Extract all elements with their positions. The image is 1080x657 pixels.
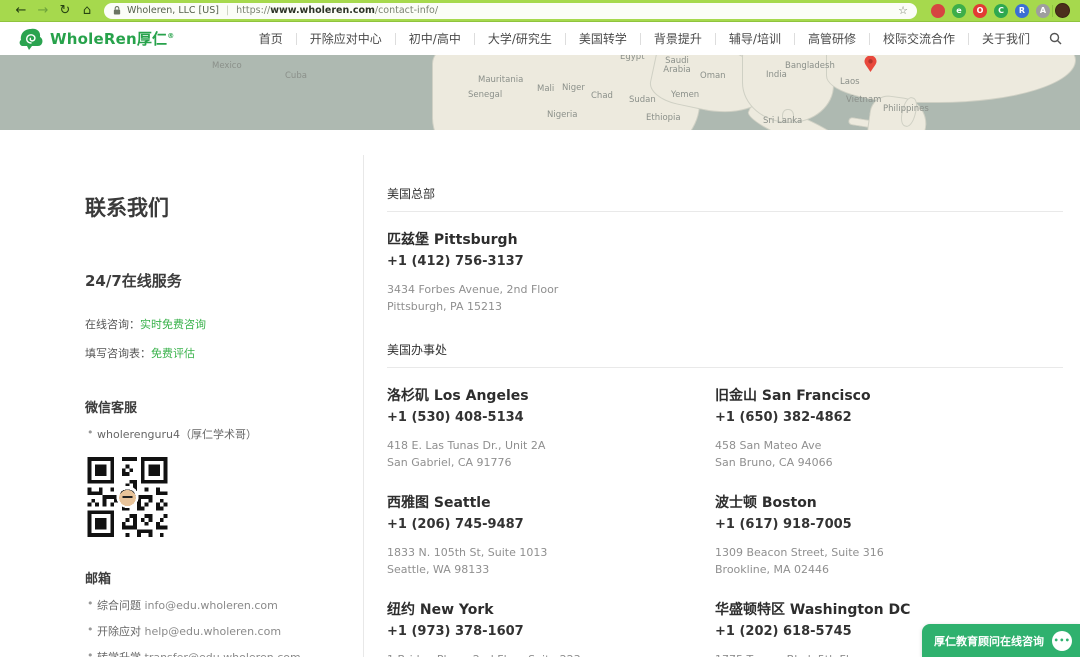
office-los-angeles: 洛杉矶 Los Angeles +1 (530) 408-5134 418 E.… [387, 385, 715, 471]
page-title: 联系我们 [85, 192, 340, 222]
search-icon [1049, 32, 1062, 45]
office-san-francisco: 旧金山 San Francisco +1 (650) 382-4862 458 … [715, 385, 1063, 471]
office-city: 匹兹堡 Pittsburgh [387, 229, 1063, 249]
search-button[interactable] [1049, 32, 1062, 45]
map-label: Sudan [629, 96, 656, 105]
nav-item-8[interactable]: 校际交流合作 [870, 30, 968, 47]
nav-item-6[interactable]: 辅导/培训 [716, 30, 794, 47]
lock-icon [113, 6, 121, 15]
nav-item-5[interactable]: 背景提升 [641, 30, 715, 47]
map-label: Vietnam [846, 96, 881, 105]
wholeren-logo-icon [18, 27, 44, 51]
email-link[interactable]: transfer@edu.wholeren.com [145, 651, 301, 657]
address-bar[interactable]: Wholeren, LLC [US] | https://www.wholere… [104, 3, 917, 19]
site-navbar: WholeRen厚仁® 首页开除应对中心初中/高中大学/研究生美国转学背景提升辅… [0, 22, 1080, 55]
red-o-extension-icon[interactable]: O [973, 4, 987, 18]
free-evaluation-link[interactable]: 免费评估 [151, 347, 195, 360]
chat-bubble-icon: ••• [1052, 631, 1072, 651]
map-label: Chad [591, 92, 613, 101]
wechat-id: wholerenguru4（厚仁学术哥） [85, 426, 340, 442]
world-map[interactable]: Mexico Cuba Mauritania Senegal Mali Niger Chad… [0, 55, 1080, 130]
reload-button[interactable]: ↻ [54, 0, 76, 22]
hq-section-heading: 美国总部 [387, 185, 1063, 212]
map-label: Senegal [468, 91, 502, 100]
map-label: Niger [562, 84, 585, 93]
map-label: Egypt [620, 55, 645, 62]
wechat-qr-code [85, 457, 170, 537]
map-label: Ethiopia [646, 114, 681, 123]
list-item: 开除应对 help@edu.wholeren.com [85, 623, 340, 639]
office-seattle: 西雅图 Seattle +1 (206) 745-9487 1833 N. 10… [387, 492, 715, 578]
gray-a-extension-icon[interactable]: A [1036, 4, 1050, 18]
forward-button[interactable]: → [32, 0, 54, 22]
evernote-extension-icon[interactable]: e [952, 4, 966, 18]
form-consult-line: 填写咨询表：免费评估 [85, 345, 340, 361]
content-divider [363, 155, 364, 657]
offices-panel: 美国总部 匹兹堡 Pittsburgh +1 (412) 756-3137 34… [387, 185, 1063, 657]
chat-label: 厚仁教育顾问在线咨询 [934, 633, 1044, 649]
map-label: Philippines [883, 105, 929, 114]
list-item: 转学升学 transfer@edu.wholeren.com [85, 649, 340, 657]
nav-item-4[interactable]: 美国转学 [566, 30, 640, 47]
extensions-row: eOCRA [931, 4, 1050, 18]
email-list: 综合问题 info@edu.wholeren.com 开除应对 help@edu… [85, 597, 340, 657]
email-link[interactable]: info@edu.wholeren.com [145, 599, 278, 612]
nav-item-2[interactable]: 初中/高中 [396, 30, 474, 47]
nav-item-0[interactable]: 首页 [246, 30, 296, 47]
map-label: Mauritania [478, 76, 523, 85]
green-c-extension-icon[interactable]: C [994, 4, 1008, 18]
logo-wordmark: WholeRen厚仁® [50, 28, 174, 49]
map-label: Nigeria [547, 111, 577, 120]
map-label: Sri Lanka [763, 117, 802, 126]
browser-window: ← → ↻ ⌂ Wholeren, LLC [US] | https://www… [0, 0, 1080, 657]
free-consult-link[interactable]: 实时免费咨询 [140, 318, 206, 331]
nav-item-7[interactable]: 高管研修 [795, 30, 869, 47]
bookmark-star-icon[interactable]: ☆ [898, 4, 908, 17]
url-separator: | [226, 5, 229, 16]
map-label: Bangladesh [785, 62, 835, 71]
map-label: Mexico [212, 62, 242, 71]
map-label: Mali [537, 85, 554, 94]
back-button[interactable]: ← [10, 0, 32, 22]
site-identity-badge: Wholeren, LLC [US] [127, 5, 219, 16]
office-pittsburgh: 匹兹堡 Pittsburgh +1 (412) 756-3137 3434 Fo… [387, 229, 1063, 315]
map-location-pin[interactable] [862, 56, 879, 73]
email-link[interactable]: help@edu.wholeren.com [145, 625, 282, 638]
branch-section-heading: 美国办事处 [387, 341, 1063, 368]
nav-item-9[interactable]: 关于我们 [969, 30, 1043, 47]
service-heading: 24/7在线服务 [85, 270, 340, 291]
nav-item-1[interactable]: 开除应对中心 [297, 30, 395, 47]
nav-item-3[interactable]: 大学/研究生 [475, 30, 565, 47]
map-label: Saudi Arabia [653, 57, 701, 76]
map-label: Oman [700, 72, 726, 81]
home-button[interactable]: ⌂ [76, 0, 98, 22]
online-consult-line: 在线咨询：实时免费咨询 [85, 316, 340, 332]
email-heading: 邮箱 [85, 568, 340, 587]
office-new-york: 纽约 New York +1 (973) 378-1607 1 Bridge P… [387, 599, 715, 657]
red-badge-extension-icon[interactable] [931, 4, 945, 18]
url-text: https://www.wholeren.com/contact-info/ [236, 5, 438, 16]
browser-toolbar: ← → ↻ ⌂ Wholeren, LLC [US] | https://www… [0, 0, 1080, 22]
office-phone: +1 (412) 756-3137 [387, 254, 1063, 269]
profile-avatar[interactable] [1055, 3, 1070, 18]
live-chat-button[interactable]: 厚仁教育顾问在线咨询 ••• [922, 624, 1080, 657]
blue-r-extension-icon[interactable]: R [1015, 4, 1029, 18]
toolbar-divider [1052, 5, 1053, 17]
map-label: Yemen [671, 91, 699, 100]
map-label: India [766, 71, 787, 80]
offices-grid: 洛杉矶 Los Angeles +1 (530) 408-5134 418 E.… [387, 385, 1063, 657]
office-boston: 波士顿 Boston +1 (617) 918-7005 1309 Beacon… [715, 492, 1063, 578]
contact-sidebar: 联系我们 24/7在线服务 在线咨询：实时免费咨询 填写咨询表：免费评估 微信客… [85, 192, 340, 657]
main-menu: 首页开除应对中心初中/高中大学/研究生美国转学背景提升辅导/培训高管研修校际交流… [246, 30, 1043, 47]
site-logo[interactable]: WholeRen厚仁® [18, 27, 174, 51]
map-label: Cuba [285, 72, 307, 81]
wechat-heading: 微信客服 [85, 397, 340, 416]
list-item: 综合问题 info@edu.wholeren.com [85, 597, 340, 613]
office-address: 3434 Forbes Avenue, 2nd FloorPittsburgh,… [387, 281, 1063, 315]
map-label: Laos [840, 78, 860, 87]
